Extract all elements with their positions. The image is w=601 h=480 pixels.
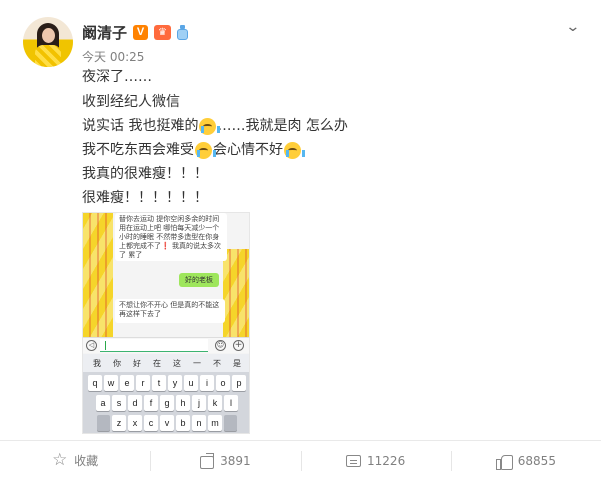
keyboard-key: l [224,395,238,411]
keyboard-key: t [152,375,166,391]
keyboard-key: u [184,375,198,391]
keyboard-key: k [208,395,222,411]
chat-message-outgoing: 好的老板 [179,273,219,287]
keyboard-key: m [208,415,222,431]
user-name-link[interactable]: 阚清子 [82,22,127,43]
keyboard-key: a [96,395,110,411]
repost-button[interactable]: 3891 [150,441,300,480]
favorite-label: 收藏 [74,454,99,468]
keyboard-key: o [216,375,230,391]
suggestion: 这 [173,358,181,368]
post-image-thumbnail[interactable]: 替你去运动 提你空闲多余的时间用在运动上吧 哪怕每天减少一个小时的睡眠 不然带多… [82,212,250,434]
like-count: 68855 [517,453,556,468]
keyboard-suggestion-bar: 我 你 好 在 这 一 不 是 [83,354,249,372]
keyboard-key: c [144,415,158,431]
bottle-badge-icon[interactable] [177,24,189,40]
post-text-segment: 会心情不好 [213,142,283,158]
chat-wallpaper-right [223,249,249,337]
post-text-line-5: 我真的很难瘦！！！ [82,166,208,182]
keyboard-row: a s d f g h j k l [85,395,249,411]
keyboard-key: r [136,375,150,391]
comment-count: 11226 [367,453,406,468]
crying-face-emoji-icon [199,117,221,135]
post-text-line-6: 很难瘦！！！！！！ [82,190,208,206]
keyboard-key: s [112,395,126,411]
share-icon [200,456,215,469]
suggestion: 好 [133,358,141,368]
on-screen-keyboard: q w e r t y u i o p a s d f g h j k l z … [83,372,249,433]
voice-icon: ◁ [86,340,97,351]
keyboard-key: i [200,375,214,391]
chat-input-bar: ◁ ☺ + [83,337,249,353]
post-text-line-2: 收到经纪人微信 [82,94,180,110]
keyboard-key: e [120,375,134,391]
post-header: 阚清子 V ♛ [82,22,189,43]
repost-count: 3891 [220,453,251,468]
post-text-segment: 我不吃东西会难受 [82,142,194,158]
keyboard-row: q w e r t y u i o p [85,375,249,391]
chevron-down-icon[interactable]: ⌄ [565,19,580,35]
keyboard-key: y [168,375,182,391]
chat-message-incoming: 替你去运动 提你空闲多余的时间用在运动上吧 哪怕每天减少一个小时的睡眠 不然带多… [115,213,227,261]
keyboard-key: h [176,395,190,411]
keyboard-key: z [112,415,126,431]
avatar-dress [35,45,61,67]
emoji-icon: ☺ [215,340,226,351]
keyboard-row: z x c v b n m [85,415,249,431]
suggestion: 我 [93,358,101,368]
keyboard-key: g [160,395,174,411]
keyboard-key: b [176,415,190,431]
suggestion: 不 [213,358,221,368]
suggestion: 是 [233,358,241,368]
verified-v-icon[interactable]: V [133,24,149,40]
avatar[interactable] [23,17,73,67]
keyboard-key: q [88,375,102,391]
comment-icon [346,454,362,467]
post-action-bar: 收藏 3891 11226 68855 [0,441,601,480]
post-timestamp[interactable]: 今天 00:25 [82,48,144,65]
keyboard-key: j [192,395,206,411]
backspace-key [224,415,237,431]
chat-message-incoming: 不想让你不开心 但是真的不能这再这样下去了 [115,299,225,323]
crown-vip-icon[interactable]: ♛ [154,24,172,40]
post-text-line-1: 夜深了…… [82,69,152,85]
star-icon [52,450,68,470]
post-text-line-3: 说实话 我也挺难的 ……我就是肉 怎么办 [82,114,348,138]
like-button[interactable]: 68855 [450,441,601,480]
thumbs-up-icon [495,453,513,470]
keyboard-key: f [144,395,158,411]
suggestion: 你 [113,358,121,368]
comment-button[interactable]: 11226 [300,441,451,480]
avatar-face [42,28,55,43]
keyboard-key: p [232,375,246,391]
crying-face-emoji-icon [195,141,216,159]
keyboard-key: x [128,415,142,431]
post-text-segment: 说实话 我也挺难的 [82,118,199,134]
keyboard-key: d [128,395,142,411]
keyboard-key: n [192,415,206,431]
text-cursor [105,341,106,350]
post-text-line-4: 我不吃东西会难受 会心情不好 [82,138,305,162]
plus-icon: + [233,340,244,351]
suggestion: 在 [153,358,161,368]
weibo-post-card: 阚清子 V ♛ 今天 00:25 ⌄ 夜深了…… 收到经纪人微信 说实话 我也挺… [0,0,601,480]
post-text-segment: ……我就是肉 怎么办 [217,118,348,134]
crying-face-emoji-icon [284,141,305,159]
favorite-button[interactable]: 收藏 [0,441,150,480]
shift-key [97,415,110,431]
keyboard-key: w [104,375,118,391]
chat-wallpaper-left [83,213,113,337]
suggestion: 一 [193,358,201,368]
chat-text-field [100,339,208,352]
keyboard-key: v [160,415,174,431]
